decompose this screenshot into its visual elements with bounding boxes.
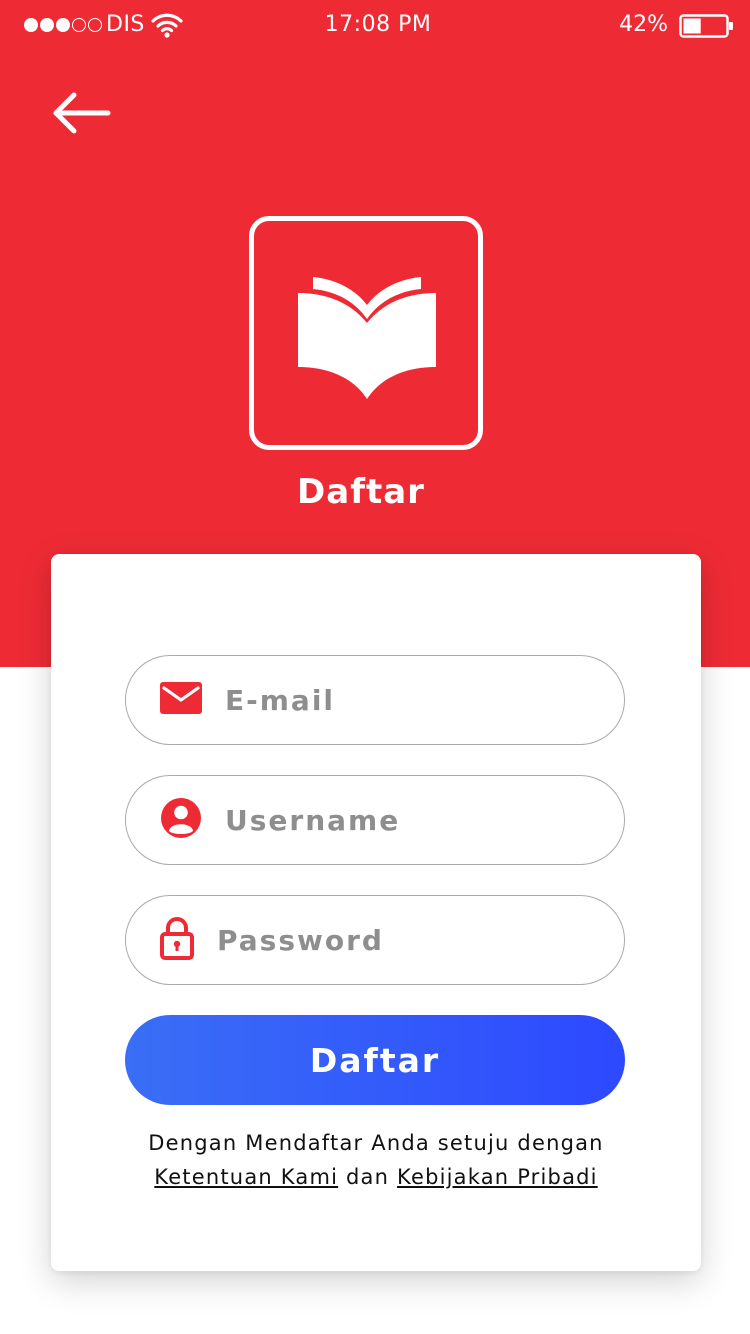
back-button[interactable] <box>52 90 112 136</box>
password-input[interactable] <box>217 896 594 984</box>
username-input[interactable] <box>225 776 594 864</box>
lock-icon <box>160 916 194 964</box>
battery-icon <box>679 14 735 42</box>
envelope-icon <box>160 682 202 718</box>
app-logo <box>249 216 483 450</box>
terms-text: Dengan Mendaftar Anda setuju dengan <box>148 1131 604 1155</box>
username-field[interactable] <box>125 775 625 865</box>
email-input[interactable] <box>225 656 594 744</box>
register-card: Daftar Dengan Mendaftar Anda setuju deng… <box>51 554 701 1271</box>
email-field[interactable] <box>125 655 625 745</box>
arrow-left-icon <box>53 92 111 134</box>
password-field[interactable] <box>125 895 625 985</box>
terms-links-line: Ketentuan Kami dan Kebijakan Pribadi <box>51 1160 701 1194</box>
terms-conjunction: dan <box>346 1165 390 1189</box>
user-circle-icon <box>160 797 202 843</box>
open-book-icon <box>298 277 436 399</box>
terms-link[interactable]: Ketentuan Kami <box>154 1165 338 1189</box>
terms-notice: Dengan Mendaftar Anda setuju dengan Kete… <box>51 1126 701 1194</box>
register-button[interactable]: Daftar <box>125 1015 625 1105</box>
battery-percent: 42% <box>619 12 668 37</box>
privacy-link[interactable]: Kebijakan Pribadi <box>397 1165 598 1189</box>
status-bar: DIS 17:08 PM 42% <box>0 0 750 52</box>
page-title: Daftar <box>297 472 425 512</box>
